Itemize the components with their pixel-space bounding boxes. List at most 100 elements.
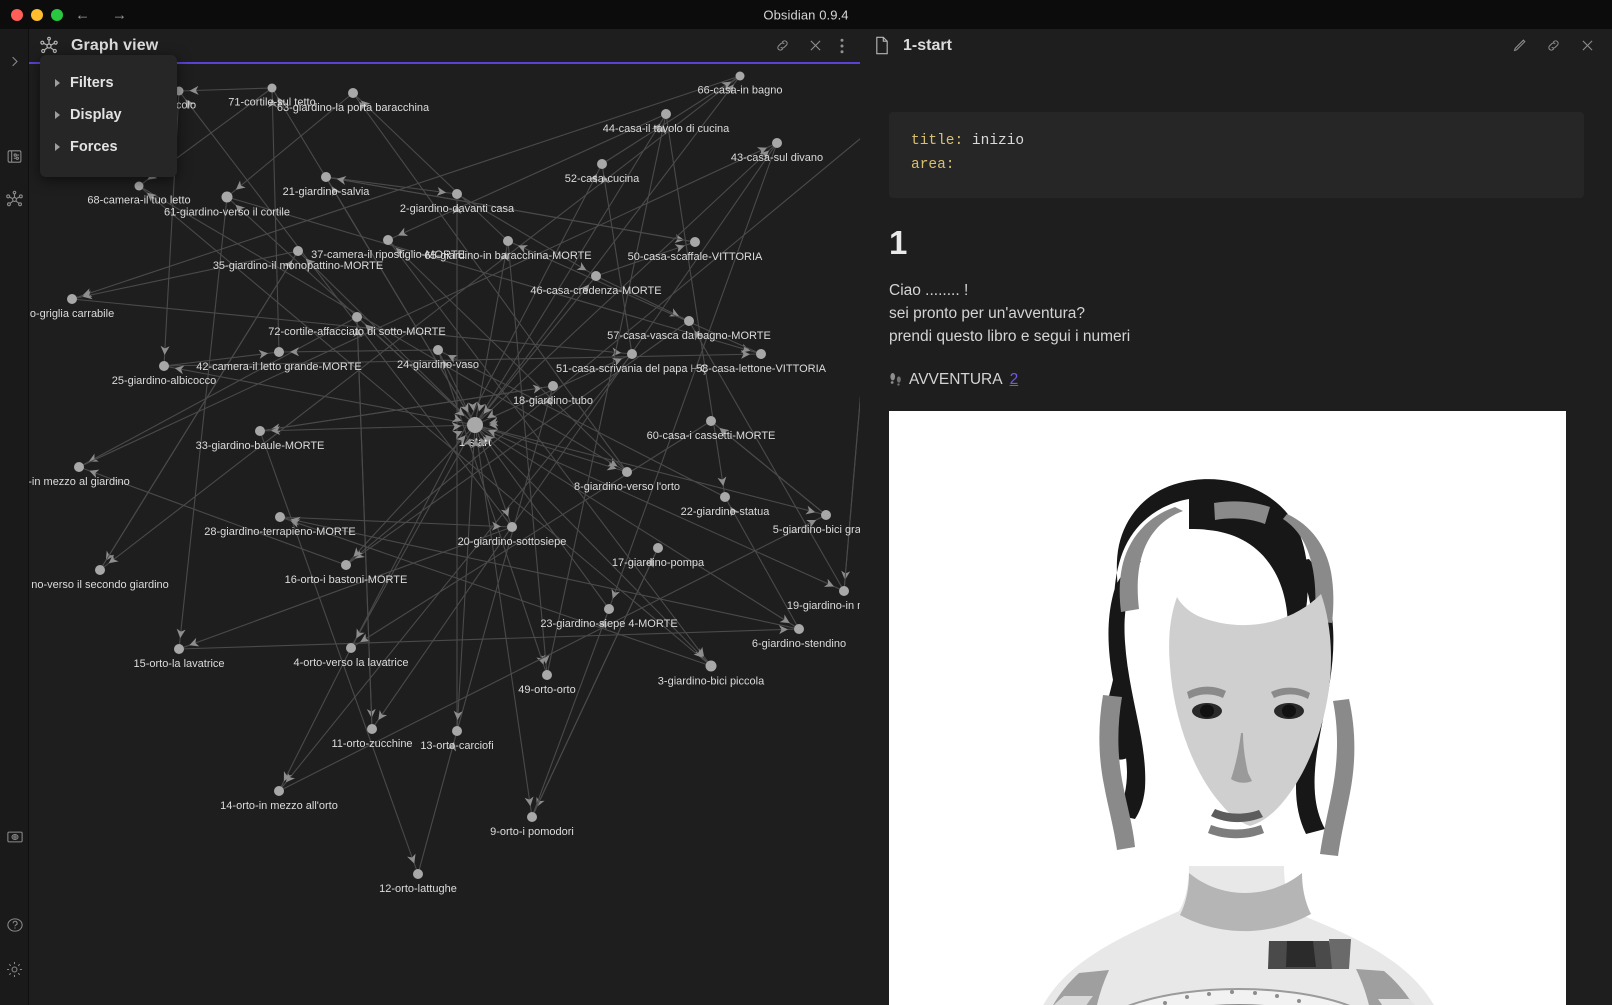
graph-node-label: 16-orto-i bastoni-MORTE: [285, 574, 408, 586]
graph-node[interactable]: [274, 786, 284, 796]
graph-canvas[interactable]: 71-cortile-sul tetto 63-giardino-la porta…: [29, 64, 860, 1005]
note-paragraph-line: Ciao ........ !: [889, 281, 969, 299]
graph-node[interactable]: [159, 361, 169, 371]
graph-node[interactable]: [134, 181, 144, 191]
graph-node[interactable]: [597, 159, 607, 169]
graph-node[interactable]: [690, 237, 700, 247]
graph-node-label: 15-orto-la lavatrice: [133, 658, 224, 670]
graph-node[interactable]: [321, 172, 331, 182]
graph-node[interactable]: [346, 643, 356, 653]
graph-node[interactable]: [794, 624, 804, 634]
graph-node[interactable]: [839, 586, 849, 596]
chevron-right-icon: [55, 111, 60, 119]
graph-node-label: 3-giardino-bici piccola: [658, 676, 765, 688]
settings-icon[interactable]: [0, 954, 29, 984]
expand-sidebar-icon[interactable]: [0, 46, 29, 76]
adventure-link[interactable]: 2: [1010, 371, 1019, 389]
graph-view-pane: Graph view 71-cortile-sul tetto 63-giard…: [29, 29, 860, 1005]
graph-node[interactable]: [74, 462, 84, 472]
graph-node-label: 18-giardino-tubo: [513, 395, 593, 407]
graph-node-label: 22-giardino-statua: [681, 506, 771, 518]
graph-node-label: 21-giardino-salvia: [283, 186, 371, 198]
graph-settings-display[interactable]: Display: [40, 99, 177, 131]
graph-node[interactable]: [267, 83, 277, 93]
graph-node[interactable]: [452, 189, 462, 199]
graph-view-icon[interactable]: [0, 184, 29, 214]
graph-node[interactable]: [221, 191, 233, 203]
graph-node[interactable]: [341, 560, 351, 570]
graph-node[interactable]: [255, 426, 265, 436]
graph-node-label: 66-casa-in bagno: [697, 85, 782, 97]
graph-node-label: 23-giardino-siepe 4-MORTE: [540, 618, 677, 630]
screenshot-icon[interactable]: [0, 822, 29, 852]
graph-node[interactable]: [293, 246, 303, 256]
graph-node[interactable]: [352, 312, 362, 322]
graph-node[interactable]: [542, 670, 552, 680]
graph-node[interactable]: [706, 416, 716, 426]
graph-pane-title: Graph view: [71, 36, 159, 54]
note-paragraph: Ciao ........ ! sei pronto per un'avvent…: [889, 279, 1584, 349]
graph-settings-filters[interactable]: Filters: [40, 67, 177, 99]
graph-node[interactable]: [548, 381, 558, 391]
graph-node[interactable]: [653, 543, 663, 553]
graph-pane-actions: [774, 37, 844, 54]
graph-node[interactable]: [503, 236, 513, 246]
graph-node[interactable]: [756, 349, 766, 359]
note-composer-icon[interactable]: [0, 141, 29, 171]
frontmatter-row: area:: [911, 154, 1562, 178]
note-pane: 1-start title: inizio area: 1 Ciao .....…: [861, 29, 1612, 1005]
graph-node[interactable]: [527, 812, 537, 822]
note-body[interactable]: title: inizio area: 1 Ciao ........ ! se…: [861, 62, 1612, 1005]
edit-icon[interactable]: [1511, 37, 1528, 54]
graph-node[interactable]: [507, 522, 517, 532]
graph-node[interactable]: [452, 726, 462, 736]
graph-view-icon: [39, 36, 59, 56]
graph-node[interactable]: [383, 235, 393, 245]
open-link-icon[interactable]: [774, 37, 791, 54]
graph-node[interactable]: [604, 604, 614, 614]
open-link-icon[interactable]: [1545, 37, 1562, 54]
graph-node-label: 11-orto-zucchine: [331, 738, 412, 750]
graph-node[interactable]: [821, 510, 831, 520]
graph-node-label: 43-casa-sul divano: [731, 152, 823, 164]
graph-node[interactable]: [67, 294, 77, 304]
close-icon[interactable]: [807, 37, 824, 54]
graph-node[interactable]: [467, 417, 483, 433]
graph-node-label: 35-giardino-il monopattino-MORTE: [213, 260, 383, 272]
graph-node[interactable]: [591, 271, 601, 281]
close-icon[interactable]: [1579, 37, 1596, 54]
portrait-image: SFOGLIATINE nuti e tanti di patate: [889, 410, 1566, 1005]
graph-svg[interactable]: 71-cortile-sul tetto63-giardino-la porta…: [29, 64, 860, 1005]
graph-node-label: 6-giardino-stendino: [752, 638, 846, 650]
graph-node[interactable]: [705, 660, 717, 672]
graph-node[interactable]: [95, 565, 105, 575]
graph-node[interactable]: [622, 467, 632, 477]
graph-node[interactable]: [735, 71, 745, 81]
graph-node-label: 4-orto-verso la lavatrice: [294, 657, 409, 669]
graph-node[interactable]: [627, 349, 637, 359]
graph-node-label: 28-giardino-terrapieno-MORTE: [204, 526, 355, 538]
graph-node-label: o-griglia carrabile: [30, 308, 114, 320]
graph-node[interactable]: [413, 869, 423, 879]
graph-node[interactable]: [772, 138, 782, 148]
graph-node[interactable]: [684, 316, 694, 326]
graph-node-label: no-verso il secondo giardino: [31, 579, 169, 591]
obsidian-window: ← → Obsidian 0.9.4 Graph view 71-cortile…: [0, 0, 1612, 1005]
graph-node[interactable]: [720, 492, 730, 502]
graph-settings-forces[interactable]: Forces: [40, 131, 177, 163]
graph-node-label: 24-giardino-vaso: [397, 359, 479, 371]
graph-node[interactable]: [433, 345, 443, 355]
graph-node[interactable]: [274, 347, 284, 357]
graph-node-label: 72-cortile-affacciato di sotto-MORTE: [268, 326, 446, 338]
graph-node[interactable]: [348, 88, 358, 98]
help-icon[interactable]: [0, 910, 29, 940]
graph-settings-forces-label: Forces: [70, 139, 118, 155]
graph-node[interactable]: [275, 512, 285, 522]
graph-node[interactable]: [174, 644, 184, 654]
graph-node[interactable]: [661, 109, 671, 119]
graph-node[interactable]: [367, 724, 377, 734]
adventure-label: AVVENTURA: [909, 370, 1003, 388]
more-options-icon[interactable]: [840, 38, 844, 54]
left-ribbon: [0, 29, 29, 1005]
graph-node-label: 2-giardino-davanti casa: [400, 203, 515, 215]
